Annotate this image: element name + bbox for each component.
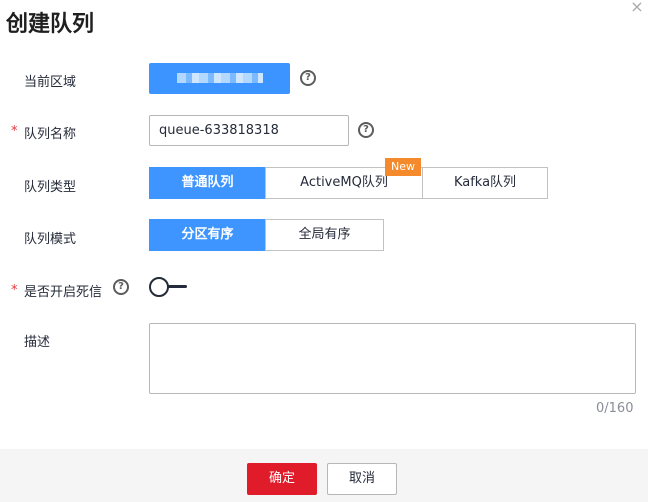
queue-name-label: 队列名称 (24, 127, 77, 142)
queue-mode-label: 队列模式 (24, 232, 77, 247)
queue-type-label: 队列类型 (24, 180, 77, 195)
region-label: 当前区域 (24, 75, 77, 90)
queue-mode-option-global-ordered[interactable]: 全局有序 (265, 219, 384, 251)
dialog-footer (0, 449, 648, 502)
dead-letter-label: 是否开启死信 (24, 285, 103, 300)
dialog-title: 创建队列 (6, 12, 95, 37)
toggle-knob (149, 277, 169, 297)
dead-letter-toggle[interactable] (149, 277, 187, 297)
queue-name-help-icon[interactable]: ? (358, 122, 374, 138)
queue-type-option-kafka[interactable]: Kafka队列 (422, 167, 548, 199)
queue-name-required-mark: * (11, 124, 18, 139)
queue-name-input[interactable]: queue-633818318 (149, 115, 349, 146)
description-label: 描述 (24, 335, 51, 350)
cancel-button[interactable]: 取消 (327, 463, 397, 495)
region-value-blurred (177, 73, 263, 83)
dead-letter-help-icon[interactable]: ? (113, 279, 129, 295)
description-char-counter: 0/160 (596, 401, 634, 416)
new-badge: New (385, 158, 421, 176)
close-icon[interactable]: × (628, 0, 646, 16)
queue-mode-option-partition-ordered[interactable]: 分区有序 (149, 219, 266, 251)
region-help-icon[interactable]: ? (300, 70, 316, 86)
dead-letter-required-mark: * (11, 283, 18, 298)
region-selector[interactable] (149, 63, 290, 94)
description-textarea[interactable] (149, 323, 636, 394)
confirm-button[interactable]: 确定 (247, 463, 317, 495)
queue-type-option-normal[interactable]: 普通队列 (149, 167, 266, 199)
